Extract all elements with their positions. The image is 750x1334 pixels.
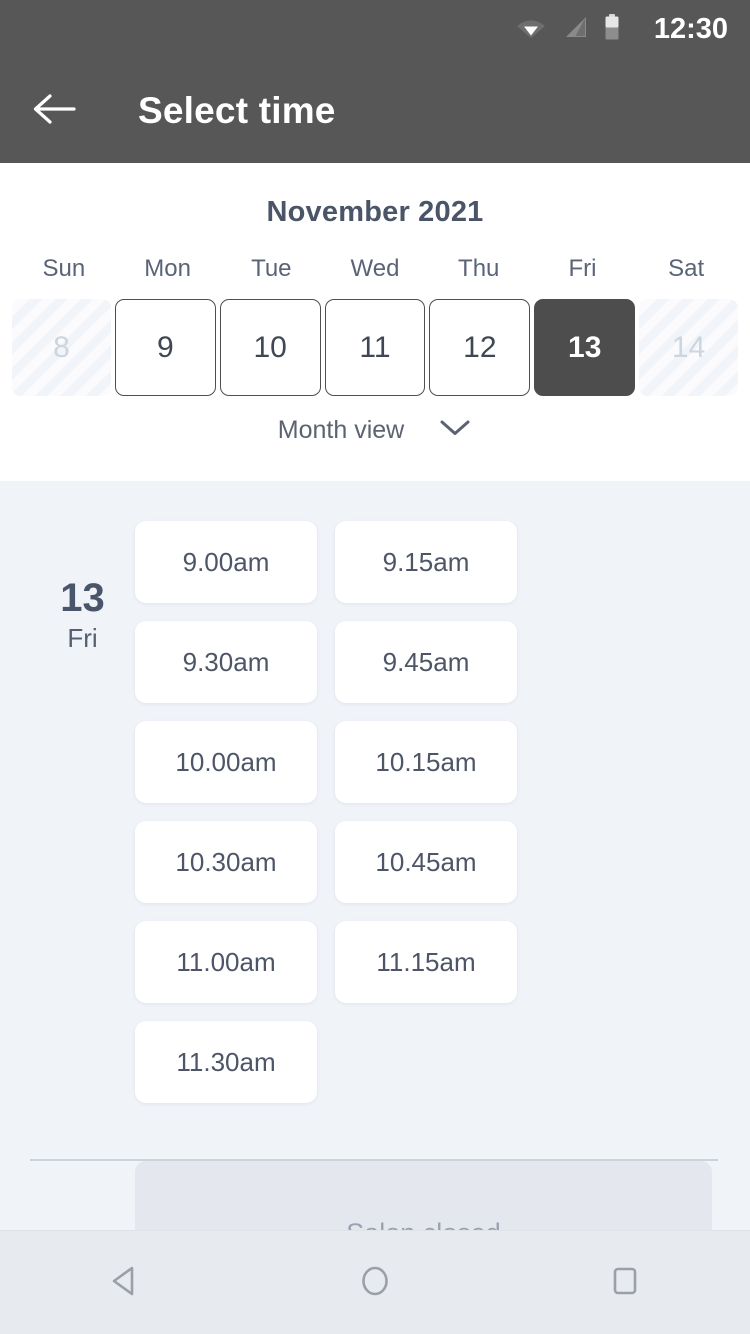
time-slot[interactable]: 9.30am (135, 621, 317, 703)
arrow-left-icon (32, 92, 76, 129)
day-cell-11[interactable]: 11 (324, 299, 426, 396)
app-bar: Select time (0, 58, 750, 163)
day-cell-12[interactable]: 12 (429, 299, 531, 396)
nav-recents-button[interactable] (570, 1231, 680, 1334)
day-badge-weekday: Fri (67, 623, 98, 653)
chevron-down-icon (438, 418, 472, 443)
phone-screen: 12:30 Select time November 2021 Sun Mon … (0, 0, 750, 1334)
time-slot[interactable]: 11.30am (135, 1021, 317, 1103)
day-badge-number: 13 (60, 576, 105, 620)
time-slot[interactable]: 10.45am (335, 821, 517, 903)
home-circle-icon (357, 1263, 393, 1302)
time-slot[interactable]: 9.00am (135, 521, 317, 603)
weekday-sat: Sat (668, 255, 705, 282)
nav-back-button[interactable] (70, 1231, 180, 1334)
calendar-month-label: November 2021 (266, 196, 484, 228)
time-slots-area: 13 Fri 9.00am 9.15am 9.30am 9.45am 10.00… (0, 481, 750, 1230)
weekday-sun: Sun (42, 255, 86, 282)
nav-home-button[interactable] (320, 1231, 430, 1334)
day-badge-14: 14 Sun (30, 1161, 135, 1231)
month-view-label: Month view (277, 416, 405, 444)
weekday-mon: Mon (144, 255, 191, 282)
time-slot[interactable]: 9.45am (335, 621, 517, 703)
recents-square-icon (607, 1263, 643, 1302)
calendar-days-row: 8 9 10 11 12 13 14 (0, 299, 750, 396)
day-group-13: 13 Fri 9.00am 9.15am 9.30am 9.45am 10.00… (0, 481, 750, 1103)
time-slot[interactable]: 10.15am (335, 721, 517, 803)
time-slot[interactable]: 11.00am (135, 921, 317, 1003)
signal-icon (562, 15, 588, 44)
weekday-thu: Thu (458, 255, 500, 282)
weekday-wed: Wed (350, 255, 400, 282)
wifi-icon (516, 15, 546, 44)
slot-grid-13: 9.00am 9.15am 9.30am 9.45am 10.00am 10.1… (135, 521, 750, 1103)
page-title: Select time (138, 89, 336, 131)
battery-icon (604, 13, 620, 45)
time-slot[interactable]: 10.00am (135, 721, 317, 803)
back-button[interactable] (12, 69, 96, 153)
back-triangle-icon (107, 1263, 143, 1302)
weekday-tue: Tue (251, 255, 292, 282)
day-cell-8: 8 (12, 299, 111, 396)
status-clock: 12:30 (653, 12, 728, 45)
day-group-14: 14 Sun Salon closed (0, 1160, 750, 1231)
android-nav-bar (0, 1230, 750, 1334)
day-cell-9[interactable]: 9 (114, 299, 216, 396)
month-view-toggle[interactable]: Month view (0, 416, 750, 445)
time-slot[interactable]: 9.15am (335, 521, 517, 603)
salon-closed-card: Salon closed (135, 1160, 712, 1230)
day-cell-13[interactable]: 13 (534, 299, 636, 396)
calendar-panel: November 2021 Sun Mon Tue Wed Thu Fri Sa… (0, 163, 750, 481)
day-cell-14: 14 (639, 299, 739, 396)
weekday-fri: Fri (568, 255, 597, 282)
day-cell-10[interactable]: 10 (219, 299, 321, 396)
day-badge-13: 13 Fri (30, 521, 135, 1103)
calendar-weekday-row: Sun Mon Tue Wed Thu Fri Sat (0, 255, 750, 283)
time-slot[interactable]: 11.15am (335, 921, 517, 1003)
status-icon-group: 12:30 (516, 12, 728, 45)
status-bar: 12:30 (0, 0, 750, 58)
time-slot[interactable]: 10.30am (135, 821, 317, 903)
